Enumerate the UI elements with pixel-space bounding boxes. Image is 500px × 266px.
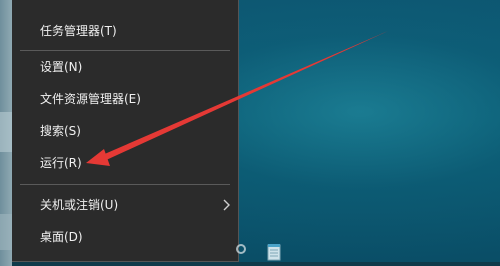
menu-item-run[interactable]: 运行(R)	[12, 148, 238, 178]
cortana-icon[interactable]	[236, 244, 246, 254]
window-edge-highlight	[0, 112, 12, 152]
menu-item-label: 搜索(S)	[40, 124, 81, 138]
menu-item-settings[interactable]: 设置(N)	[12, 52, 238, 82]
notepad-icon[interactable]	[266, 243, 282, 261]
window-edge-highlight	[0, 214, 12, 250]
menu-item-label: 文件资源管理器(E)	[40, 92, 141, 106]
window-edge	[0, 0, 12, 266]
menu-item-task-manager[interactable]: 任务管理器(T)	[12, 16, 238, 46]
menu-divider	[20, 50, 230, 51]
menu-item-label: 设置(N)	[40, 60, 83, 74]
taskbar	[12, 262, 500, 266]
menu-item-label: 桌面(D)	[40, 230, 83, 244]
menu-item-shutdown-signout[interactable]: 关机或注销(U)	[12, 190, 238, 220]
menu-divider	[20, 184, 230, 185]
menu-item-label: 运行(R)	[40, 156, 82, 170]
chevron-right-icon	[223, 199, 230, 211]
start-context-menu: 任务管理器(T) 设置(N) 文件资源管理器(E) 搜索(S) 运行(R) 关机…	[12, 0, 239, 262]
menu-item-label: 任务管理器(T)	[40, 24, 117, 38]
menu-item-label: 关机或注销(U)	[40, 198, 119, 212]
menu-item-search[interactable]: 搜索(S)	[12, 116, 238, 146]
menu-item-desktop[interactable]: 桌面(D)	[12, 222, 238, 252]
menu-item-file-explorer[interactable]: 文件资源管理器(E)	[12, 84, 238, 114]
